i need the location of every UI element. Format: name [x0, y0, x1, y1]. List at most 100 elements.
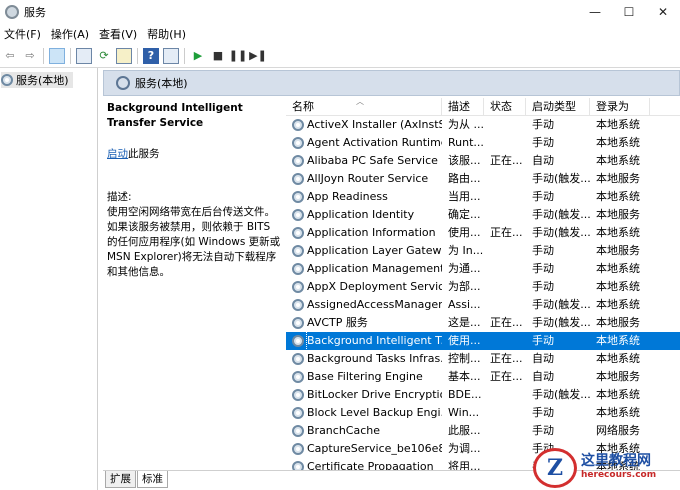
service-startup-cell: 手动(触发... [532, 298, 590, 311]
console-tree-icon[interactable] [49, 47, 65, 64]
service-status-cell [484, 188, 526, 206]
column-name[interactable]: ︿ 名称 [286, 98, 442, 115]
gear-icon [292, 137, 304, 149]
gear-icon [292, 119, 304, 131]
table-row[interactable]: AllJoyn Router Service 路由... 手动(触发... 本地服务 [286, 170, 680, 188]
export-icon[interactable] [116, 47, 132, 64]
table-row[interactable]: ActiveX Installer (AxInstSV) 为从 ... 手动 本地系统 [286, 116, 680, 134]
service-description-cell: Assi... [448, 298, 481, 311]
column-status[interactable]: 状态 [484, 98, 526, 115]
table-row[interactable]: Application Management 为通... 手动 本地系统 [286, 260, 680, 278]
column-startup-type[interactable]: 启动类型 [526, 98, 590, 115]
service-startup-cell: 手动(触发... [532, 316, 590, 329]
stop-icon[interactable]: ■ [210, 48, 226, 64]
service-status-cell: 正在... [490, 352, 523, 365]
minimize-button[interactable]: — [578, 0, 612, 24]
service-startup-cell: 自动 [532, 154, 554, 167]
service-startup-cell: 手动 [532, 262, 554, 275]
menu-view[interactable]: 查看(V) [95, 26, 143, 42]
gear-icon [1, 74, 13, 86]
service-logon-cell: 本地系统 [596, 298, 640, 311]
table-row[interactable]: Application Layer Gatewa... 为 In... 手动 本地服务 [286, 242, 680, 260]
table-row[interactable]: Application Identity 确定... 手动(触发... 本地服务 [286, 206, 680, 224]
help-icon[interactable]: ? [143, 47, 159, 64]
service-name-cell: Background Tasks Infras... [286, 350, 442, 368]
forward-icon[interactable]: ⇨ [22, 48, 38, 64]
service-startup-cell: 手动 [532, 118, 554, 131]
service-description-cell: 使用... [448, 226, 481, 239]
service-status-cell: 正在... [490, 316, 523, 329]
tree-item-services-local[interactable]: 服务(本地) [1, 72, 73, 88]
table-row[interactable]: AssignedAccessManager... Assi... 手动(触发... 本… [286, 296, 680, 314]
gear-icon [292, 353, 304, 365]
menu-help[interactable]: 帮助(H) [143, 26, 192, 42]
properties-icon[interactable] [76, 47, 92, 64]
services-list: ︿ 名称 描述 状态 启动类型 登录为 ActiveX Installer (Ax… [286, 98, 680, 470]
service-name-cell: Application Layer Gatewa... [286, 242, 442, 260]
menu-action[interactable]: 操作(A) [47, 26, 95, 42]
table-row[interactable]: Agent Activation Runtime... Runt... 手动 本地系统 [286, 134, 680, 152]
table-row[interactable]: Application Information 使用... 正在... 手动(触发..… [286, 224, 680, 242]
table-row[interactable]: BranchCache 此服... 手动 网络服务 [286, 422, 680, 440]
service-startup-cell: 自动 [532, 370, 554, 383]
table-row[interactable]: AppX Deployment Servic... 为部... 手动 本地系统 [286, 278, 680, 296]
service-description-cell: BDE... [448, 388, 482, 401]
back-icon[interactable]: ⇦ [2, 48, 18, 64]
table-row[interactable]: Background Intelligent T... 使用... 手动 本地系统 [286, 332, 680, 350]
service-description-cell: 为从 ... [448, 118, 484, 131]
service-status-cell: 正在... [490, 154, 523, 167]
table-row[interactable]: Base Filtering Engine 基本... 正在... 自动 本地服务 [286, 368, 680, 386]
service-name-cell: Base Filtering Engine [286, 368, 442, 386]
gear-icon [292, 245, 304, 257]
service-logon-cell: 本地服务 [596, 172, 640, 185]
service-description-cell: Win... [448, 406, 480, 419]
gear-icon [292, 317, 304, 329]
tab-extended[interactable]: 扩展 [105, 471, 136, 488]
service-description-cell: Runt... [448, 136, 484, 149]
description-panel: Background Intelligent Transfer Service … [107, 98, 284, 470]
service-logon-cell: 本地系统 [596, 190, 640, 203]
table-row[interactable]: Block Level Backup Engi... Win... 手动 本地系统 [286, 404, 680, 422]
service-logon-cell: 本地系统 [596, 280, 640, 293]
console-tree: 服务(本地) [0, 68, 98, 490]
column-description[interactable]: 描述 [442, 98, 484, 115]
pause-icon[interactable]: ❚❚ [229, 48, 247, 64]
table-row[interactable]: Alibaba PC Safe Service 该服... 正在... 自动 本地系统 [286, 152, 680, 170]
restart-icon[interactable]: ▶❚ [249, 48, 267, 64]
maximize-button[interactable]: ☐ [612, 0, 646, 24]
service-startup-cell: 手动 [532, 424, 554, 437]
play-icon[interactable]: ▶ [190, 48, 206, 64]
menu-bar: 文件(F) 操作(A) 查看(V) 帮助(H) [0, 24, 680, 44]
gear-icon [292, 443, 304, 455]
table-row[interactable]: BitLocker Drive Encryptio... BDE... 手动(触发.… [286, 386, 680, 404]
service-name-cell: AssignedAccessManager... [286, 296, 442, 314]
service-name-cell: Application Information [286, 224, 442, 242]
sort-arrow-icon: ︿ [356, 98, 364, 106]
column-logon-as[interactable]: 登录为 [590, 98, 650, 115]
table-row[interactable]: Background Tasks Infras... 控制... 正在... 自动 本地… [286, 350, 680, 368]
menu-file[interactable]: 文件(F) [0, 26, 47, 42]
gear-icon [292, 371, 304, 383]
service-logon-cell: 本地系统 [596, 388, 640, 401]
service-description-cell: 使用... [448, 334, 481, 347]
service-description-cell: 此服... [448, 424, 481, 437]
start-service-link[interactable]: 启动 [107, 148, 128, 160]
view-icon[interactable] [163, 47, 179, 64]
watermark-url: herecours.com [581, 470, 657, 480]
gear-icon [292, 263, 304, 275]
gear-icon [292, 425, 304, 437]
tab-standard[interactable]: 标准 [137, 471, 168, 488]
service-status-cell [484, 386, 526, 404]
table-row[interactable]: App Readiness 当用... 手动 本地系统 [286, 188, 680, 206]
service-logon-cell: 本地系统 [596, 136, 640, 149]
close-button[interactable]: ✕ [646, 0, 680, 24]
service-name-cell: CaptureService_be106e8 [286, 440, 442, 458]
service-description-cell: 这是... [448, 316, 481, 329]
service-description-cell: 将用... [448, 460, 481, 470]
service-logon-cell: 本地系统 [596, 334, 640, 347]
refresh-icon[interactable]: ⟳ [96, 48, 112, 64]
service-name-cell: Alibaba PC Safe Service [286, 152, 442, 170]
service-status-cell [484, 422, 526, 440]
table-row[interactable]: AVCTP 服务 这是... 正在... 手动(触发... 本地服务 [286, 314, 680, 332]
service-startup-cell: 自动 [532, 352, 554, 365]
